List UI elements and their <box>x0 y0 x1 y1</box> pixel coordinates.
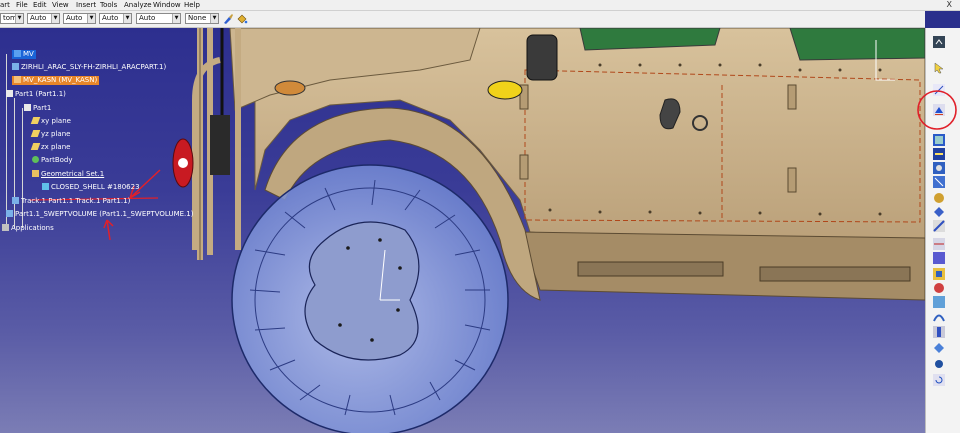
tree-node-label: Geometrical Set.1 <box>41 170 105 178</box>
tree-node-label: PartBody <box>41 156 73 164</box>
tree-node-partbody[interactable]: PartBody <box>32 156 73 165</box>
red-circle-annotation <box>917 90 957 130</box>
applications-icon <box>2 224 9 231</box>
tree-node-label: Track.1 Part1.1 Track.1 Part1.1) <box>21 197 131 205</box>
rendering-style-combo-value: None <box>188 14 207 22</box>
tree-node-label: Part1 <box>33 104 52 112</box>
product-icon <box>6 210 13 217</box>
tools-icon[interactable] <box>933 326 945 338</box>
chevron-down-icon[interactable]: ▼ <box>172 14 180 23</box>
tree-node-label: MV_KASN (MV_KASN) <box>23 76 98 84</box>
tree-connector <box>14 98 15 228</box>
color-combo[interactable]: tomet ▼ <box>0 13 24 24</box>
chevron-down-icon[interactable]: ▼ <box>15 14 23 23</box>
constraint-icon[interactable] <box>933 176 945 188</box>
tree-node-closed-shell[interactable]: CLOSED_SHELL #180623 <box>42 183 140 192</box>
point-symbol-combo-value: Auto <box>139 14 156 22</box>
right-toolbar <box>917 28 960 433</box>
catalog-icon[interactable] <box>933 134 945 146</box>
chevron-down-icon[interactable]: ▼ <box>87 14 95 23</box>
tree-node-label: xy plane <box>41 117 71 125</box>
menu-item-insert[interactable]: Insert <box>76 0 96 10</box>
tree-node-part1[interactable]: Part1 <box>24 104 51 113</box>
menu-item-analyze[interactable]: Analyze <box>124 0 152 10</box>
tree-node-zirhli-arac[interactable]: ZIRHLI_ARAC_SLY-FH-ZIRHLI_ARACPART.1) <box>12 63 166 72</box>
cursor-icon[interactable] <box>933 62 945 74</box>
tree-node-track[interactable]: Track.1 Part1.1 Track.1 Part1.1) <box>12 197 130 206</box>
tree-connector <box>6 54 7 230</box>
part-icon <box>24 104 31 111</box>
linetype-combo[interactable]: Auto ▼ <box>99 13 132 24</box>
linetype-combo-value: Auto <box>102 14 119 22</box>
tree-node-label: Applications <box>11 224 54 232</box>
point-symbol-combo[interactable]: Auto ▼ <box>136 13 181 24</box>
manipulate-icon[interactable] <box>933 342 945 354</box>
plane-icon <box>30 143 41 150</box>
tree-node-label: Part1 (Part1.1) <box>15 90 66 98</box>
plane-icon <box>30 117 41 124</box>
tree-node-label: yz plane <box>41 130 71 138</box>
vehicle-model[interactable] <box>0 28 925 433</box>
distance-icon[interactable] <box>933 238 945 250</box>
tree-node-swept-volume[interactable]: Part1.1_SWEPTVOLUME (Part1.1_SWEPTVOLUME… <box>6 210 193 219</box>
product-icon <box>12 63 19 70</box>
tree-node-geometrical-set[interactable]: Geometrical Set.1 <box>32 170 104 179</box>
sweep-icon[interactable] <box>933 310 945 322</box>
snap-icon[interactable] <box>933 192 945 204</box>
product-icon <box>14 76 21 83</box>
rendering-style-combo[interactable]: None ▼ <box>185 13 219 24</box>
tree-node-xy-plane[interactable]: xy plane <box>30 117 71 126</box>
shell-icon[interactable] <box>933 296 945 308</box>
tree-node-label: CLOSED_SHELL #180623 <box>51 183 140 191</box>
explode-icon[interactable] <box>933 358 945 370</box>
3d-viewport[interactable]: MV ZIRHLI_ARAC_SLY-FH-ZIRHLI_ARACPART.1)… <box>0 28 925 433</box>
menu-item-view[interactable]: View <box>52 0 69 10</box>
menu-item-window[interactable]: Window <box>153 0 181 10</box>
menu-item-tools[interactable]: Tools <box>100 0 117 10</box>
paint-bucket-icon[interactable] <box>236 13 248 25</box>
shell-icon <box>42 183 49 190</box>
tree-node-label: MV <box>23 50 34 58</box>
menu-item-file[interactable]: File <box>16 0 28 10</box>
product-icon <box>14 50 21 57</box>
section-icon[interactable] <box>933 220 945 232</box>
sticky-icon[interactable] <box>933 282 945 294</box>
tree-node-yz-plane[interactable]: yz plane <box>30 130 71 139</box>
body-icon <box>32 156 39 163</box>
geoset-icon <box>32 170 39 177</box>
tree-node-label: zx plane <box>41 143 71 151</box>
measure-icon[interactable] <box>933 148 945 160</box>
publish-icon[interactable] <box>933 252 945 264</box>
menu-item-part[interactable]: art <box>0 0 10 10</box>
update-icon[interactable] <box>933 374 945 386</box>
assembly-icon[interactable] <box>933 162 945 174</box>
chevron-down-icon[interactable]: ▼ <box>123 14 131 23</box>
chevron-down-icon[interactable]: ▼ <box>210 14 218 23</box>
tree-node-label: ZIRHLI_ARAC_SLY-FH-ZIRHLI_ARACPART.1) <box>21 63 167 71</box>
plane-icon <box>30 130 41 137</box>
transparency-combo-value: Auto <box>30 14 47 22</box>
analysis-icon[interactable] <box>933 268 945 280</box>
chevron-up-icon[interactable] <box>933 36 945 48</box>
clash-icon[interactable] <box>933 206 945 218</box>
tree-node-root[interactable]: MV <box>12 50 36 59</box>
close-icon[interactable]: X <box>947 0 952 10</box>
brush-icon[interactable] <box>222 13 234 25</box>
tree-node-applications[interactable]: Applications <box>2 224 54 233</box>
menu-bar: art File Edit View Insert Tools Analyze … <box>0 0 960 11</box>
transparency-combo[interactable]: Auto ▼ <box>27 13 60 24</box>
line-thickness-combo[interactable]: Auto ▼ <box>63 13 96 24</box>
tree-node-zx-plane[interactable]: zx plane <box>30 143 71 152</box>
line-thickness-combo-value: Auto <box>66 14 83 22</box>
menu-item-edit[interactable]: Edit <box>33 0 47 10</box>
part-icon <box>6 90 13 97</box>
menu-item-help[interactable]: Help <box>184 0 200 10</box>
product-icon <box>12 197 19 204</box>
tree-node-mv-kasn[interactable]: MV_KASN (MV_KASN) <box>12 76 100 85</box>
tree-node-label: Part1.1_SWEPTVOLUME (Part1.1_SWEPTVOLUME… <box>15 210 194 218</box>
tree-node-part1-instance[interactable]: Part1 (Part1.1) <box>6 90 66 99</box>
graphic-properties-toolbar: tomet ▼ Auto ▼ Auto ▼ Auto ▼ Auto ▼ None ▼ <box>0 11 925 28</box>
chevron-down-icon[interactable]: ▼ <box>51 14 59 23</box>
